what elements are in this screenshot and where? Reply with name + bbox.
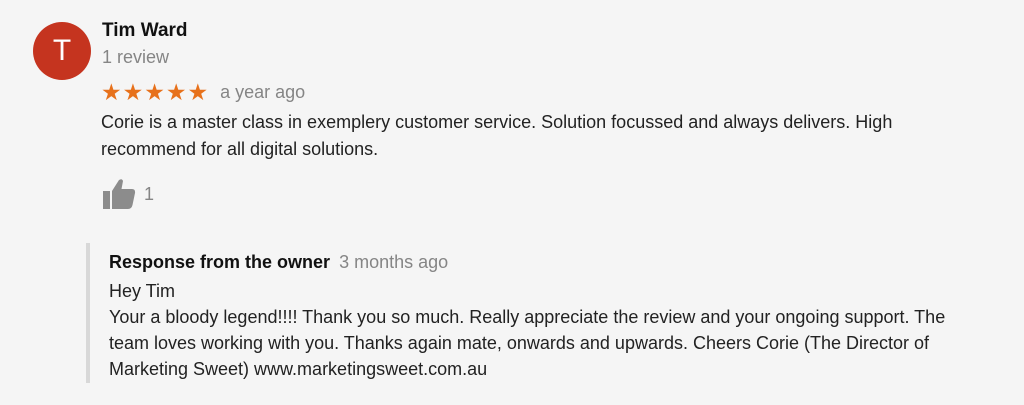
star-icon: ★ bbox=[101, 79, 122, 105]
owner-response-header: Response from the owner 3 months ago bbox=[109, 252, 448, 273]
owner-response-text: Hey Tim Your a bloody legend!!!! Thank y… bbox=[109, 278, 979, 382]
reviewer-name[interactable]: Tim Ward bbox=[102, 20, 188, 42]
star-icon: ★ bbox=[187, 79, 209, 105]
like-count: 1 bbox=[144, 183, 155, 204]
like-button[interactable]: 1 bbox=[102, 178, 154, 210]
avatar-letter: T bbox=[52, 34, 72, 67]
star-rating: ★ ★ ★ ★ ★ bbox=[101, 80, 208, 104]
review-timestamp: a year ago bbox=[220, 81, 306, 102]
owner-response: Response from the owner 3 months ago Hey… bbox=[86, 243, 990, 383]
star-icon: ★ bbox=[122, 79, 144, 105]
star-icon: ★ bbox=[144, 79, 165, 105]
avatar[interactable]: T bbox=[33, 22, 91, 80]
owner-response-title: Response from the owner bbox=[109, 252, 331, 272]
owner-response-greeting: Hey Tim bbox=[109, 281, 176, 301]
owner-response-timestamp: 3 months ago bbox=[339, 252, 449, 272]
review-text: Corie is a master class in exemplery cus… bbox=[101, 112, 893, 159]
owner-response-body: Your a bloody legend!!!! Thank you so mu… bbox=[109, 307, 946, 379]
reviewer-review-count: 1 review bbox=[102, 47, 170, 67]
thumbs-up-icon bbox=[103, 179, 136, 209]
rating-row: ★ ★ ★ ★ ★ a year ago bbox=[101, 80, 305, 104]
star-icon: ★ bbox=[165, 79, 187, 105]
